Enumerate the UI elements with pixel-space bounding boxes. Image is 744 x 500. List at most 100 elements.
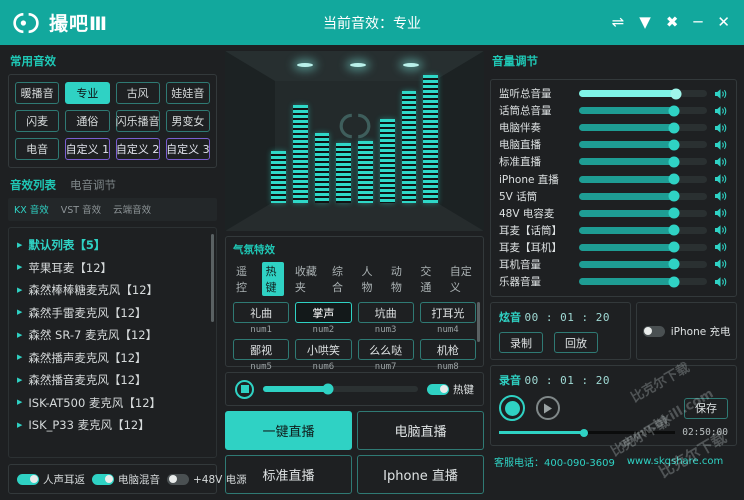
volume-slider[interactable] — [579, 173, 707, 185]
preset-button[interactable]: 男变女 — [165, 110, 210, 132]
left-subtab[interactable]: 云端音效 — [113, 202, 151, 216]
shine-record-button[interactable]: 录制 — [499, 332, 543, 354]
preset-button[interactable]: 闪乐播音 — [115, 110, 160, 132]
effect-category-tab[interactable]: 热键 — [262, 262, 284, 296]
live-button[interactable]: 电脑直播 — [357, 411, 484, 450]
volume-slider[interactable] — [579, 276, 707, 288]
volume-slider[interactable] — [579, 122, 707, 134]
speaker-icon[interactable] — [714, 105, 728, 117]
effect-category-tab[interactable]: 动物 — [388, 262, 409, 296]
preset-button[interactable]: 自定义 1 — [65, 138, 110, 160]
speaker-icon[interactable] — [714, 258, 728, 270]
support-website[interactable]: www.skqshare.com — [627, 456, 723, 467]
left-subtab[interactable]: KX 音效 — [14, 202, 49, 216]
left-tab[interactable]: 音效列表 — [10, 177, 56, 193]
toggle-switch[interactable] — [92, 473, 114, 485]
speaker-icon[interactable] — [714, 276, 728, 288]
effect-button[interactable]: 机枪 — [419, 339, 476, 360]
list-item[interactable]: ▶ 森然棒棒糖麦克风【12】 — [9, 279, 216, 302]
speaker-icon[interactable] — [714, 122, 728, 134]
list-item[interactable]: ▶ ISK-AT500 麦克风【12】 — [9, 392, 216, 415]
volume-slider[interactable] — [579, 139, 707, 151]
preset-button[interactable]: 自定义 3 — [165, 138, 210, 160]
effect-grid-scrollbar[interactable] — [477, 302, 480, 342]
effect-button[interactable]: 打耳光 — [419, 302, 476, 323]
volume-slider[interactable] — [579, 258, 707, 270]
stop-effect-button[interactable] — [235, 379, 254, 399]
toggle-switch[interactable] — [167, 473, 189, 485]
effect-list[interactable]: ▶ 默认列表【5】 ▶ 苹果耳麦【12】 ▶ 森然棒棒糖麦克风【12】 ▶ 森然手雷麦克风【1… — [9, 228, 216, 457]
left-subtab[interactable]: VST 音效 — [61, 202, 101, 216]
list-item[interactable]: ▶ 森然 SR-7 麦克风【12】 — [9, 324, 216, 347]
hotkey-switch[interactable] — [427, 383, 449, 395]
effect-button[interactable]: 坑曲 — [357, 302, 414, 323]
speaker-icon[interactable] — [714, 190, 728, 202]
list-item[interactable]: ▶ 森然播声麦克风【12】 — [9, 347, 216, 370]
preset-button[interactable]: 古风 — [115, 82, 160, 104]
speaker-icon[interactable] — [714, 173, 728, 185]
effect-category-tab[interactable]: 遥控 — [233, 262, 254, 296]
speaker-icon[interactable] — [714, 224, 728, 236]
volume-slider[interactable] — [579, 224, 707, 236]
effect-button[interactable]: 小哄笑 — [295, 339, 352, 360]
effect-category-tab[interactable]: 交通 — [417, 262, 438, 296]
preset-button[interactable]: 专业 — [65, 82, 110, 104]
close-icon[interactable]: ✕ — [717, 15, 730, 30]
effect-list-scrollbar[interactable] — [211, 234, 214, 322]
iphone-charge-switch[interactable] — [642, 325, 665, 337]
effect-button[interactable]: 么么哒 — [357, 339, 414, 360]
toggle-1[interactable]: 电脑混音 — [92, 472, 160, 487]
hotkey-toggle[interactable]: 热键 — [427, 382, 474, 397]
speaker-icon[interactable] — [714, 88, 728, 100]
effect-button[interactable]: 掌声 — [295, 302, 352, 323]
minimize-icon[interactable]: ─ — [693, 15, 702, 30]
volume-slider[interactable] — [579, 105, 707, 117]
record-button[interactable] — [499, 395, 525, 422]
list-item[interactable]: ▶ 默认列表【5】 — [9, 234, 216, 257]
speaker-icon[interactable] — [714, 139, 728, 151]
preset-button[interactable]: 闪麦 — [15, 110, 60, 132]
effect-button[interactable]: 礼曲 — [233, 302, 290, 323]
preset-button[interactable]: 通俗 — [65, 110, 110, 132]
effect-category-tab[interactable]: 人物 — [358, 262, 379, 296]
list-item[interactable]: ▶ 苹果耳麦【12】 — [9, 257, 216, 280]
effect-category-tab[interactable]: 收藏夹 — [292, 262, 321, 296]
effect-button[interactable]: 鄙视 — [233, 339, 290, 360]
list-item[interactable]: ▶ 森然播音麦克风【12】 — [9, 369, 216, 392]
shine-playback-button[interactable]: 回放 — [554, 332, 598, 354]
left-tab[interactable]: 电音调节 — [70, 177, 116, 193]
volume-slider[interactable] — [579, 88, 707, 100]
speaker-icon[interactable] — [714, 156, 728, 168]
preset-button[interactable]: 自定义 2 — [115, 138, 160, 160]
toggle-0[interactable]: 人声耳返 — [17, 472, 85, 487]
volume-slider[interactable] — [579, 241, 707, 253]
preset-button[interactable]: 娃娃音 — [165, 82, 210, 104]
toggle-switch[interactable] — [17, 473, 39, 485]
effect-category-tab[interactable]: 综合 — [329, 262, 350, 296]
pin-icon[interactable]: ✖ — [666, 15, 679, 30]
save-recording-button[interactable]: 保存 — [684, 397, 728, 419]
list-item[interactable]: ▶ ISK_P33 麦克风【12】 — [9, 414, 216, 437]
volume-slider[interactable] — [579, 190, 707, 202]
speaker-icon[interactable] — [714, 241, 728, 253]
visualizer-stage — [225, 51, 484, 231]
iphone-charge-box[interactable]: iPhone 充电 — [636, 302, 737, 361]
effect-category-tab[interactable]: 自定义 — [447, 262, 476, 296]
volume-slider[interactable] — [579, 156, 707, 168]
live-button[interactable]: 一键直播 — [225, 411, 352, 450]
recorder-progress-slider[interactable] — [499, 428, 676, 437]
live-button[interactable]: Iphone 直播 — [357, 455, 484, 494]
switch-account-icon[interactable]: ⇌ — [612, 15, 625, 30]
effect-volume-slider[interactable] — [263, 383, 418, 395]
preset-button[interactable]: 电音 — [15, 138, 60, 160]
play-icon[interactable] — [536, 396, 560, 421]
ceiling-lamp-icon — [297, 63, 313, 67]
recorder-transport: 保存 — [499, 395, 728, 422]
speaker-icon[interactable] — [714, 207, 728, 219]
preset-button[interactable]: 暖播音 — [15, 82, 60, 104]
live-button[interactable]: 标准直播 — [225, 455, 352, 494]
minimize-to-tray-icon[interactable]: ▼ — [639, 15, 651, 30]
volume-slider[interactable] — [579, 207, 707, 219]
volume-row: 48V 电容麦 — [499, 205, 728, 222]
list-item[interactable]: ▶ 森然手雷麦克风【12】 — [9, 302, 216, 325]
